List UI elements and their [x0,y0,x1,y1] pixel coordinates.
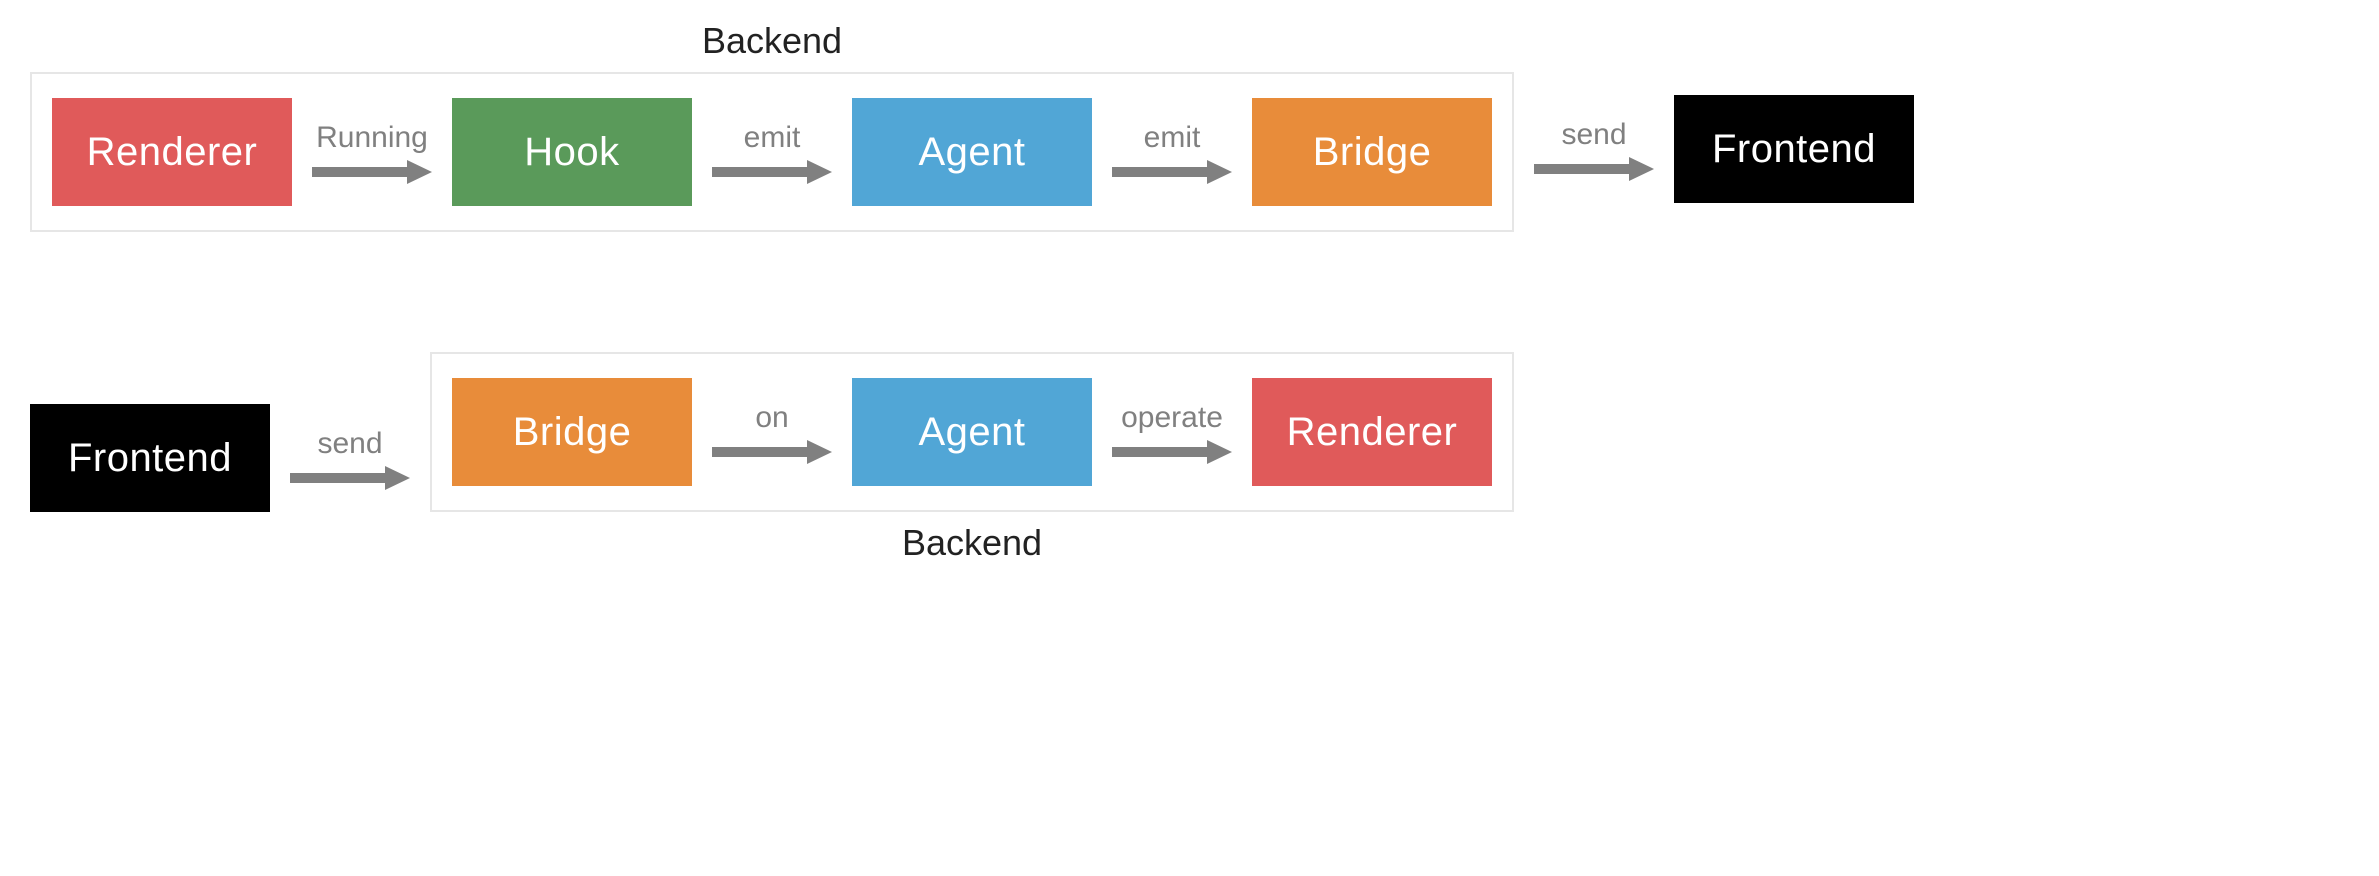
arrow-label-operate: operate [1121,400,1223,436]
arrow-label-emit-2: emit [1144,120,1201,156]
top-backend-box: Renderer Running Hook emit Agent [30,72,1514,232]
renderer-node-2: Renderer [1252,378,1492,486]
hook-node: Hook [452,98,692,206]
arrow-renderer-hook: Running [292,120,452,184]
bottom-backend-box: Bridge on Agent operate Renderer [430,352,1514,512]
agent-node-2: Agent [852,378,1092,486]
renderer-node: Renderer [52,98,292,206]
arrow-label-send-1: send [1561,117,1626,153]
top-backend-label: Backend [30,20,1514,62]
arrow-agent-renderer: operate [1092,400,1252,464]
arrow-agent-bridge: emit [1092,120,1252,184]
arrow-right-icon [312,160,432,184]
top-flow: Backend Renderer Running Hook emit [30,20,2349,232]
arrow-right-icon [712,160,832,184]
bottom-backend-label: Backend [430,522,1514,564]
arrow-label-send-2: send [317,426,382,462]
arrow-right-icon [290,466,410,490]
arrow-label-emit-1: emit [744,120,801,156]
arrow-hook-agent: emit [692,120,852,184]
frontend-node: Frontend [1674,95,1914,203]
bottom-flow: Frontend send Bridge on Agent [30,352,2349,564]
arrow-right-icon [1534,157,1654,181]
arrow-bridge-agent: on [692,400,852,464]
arrow-right-icon [1112,440,1232,464]
arrow-right-icon [712,440,832,464]
bridge-node-2: Bridge [452,378,692,486]
arrow-frontend-bridge: send [270,426,430,490]
top-backend-group: Backend Renderer Running Hook emit [30,20,1514,232]
arrow-label-on: on [755,400,788,436]
agent-node: Agent [852,98,1092,206]
arrow-bridge-frontend: send [1514,71,1674,181]
arrow-label-running: Running [316,120,428,156]
bridge-node: Bridge [1252,98,1492,206]
bottom-backend-group: Bridge on Agent operate Renderer [430,352,1514,564]
frontend-node-2: Frontend [30,404,270,512]
arrow-right-icon [1112,160,1232,184]
